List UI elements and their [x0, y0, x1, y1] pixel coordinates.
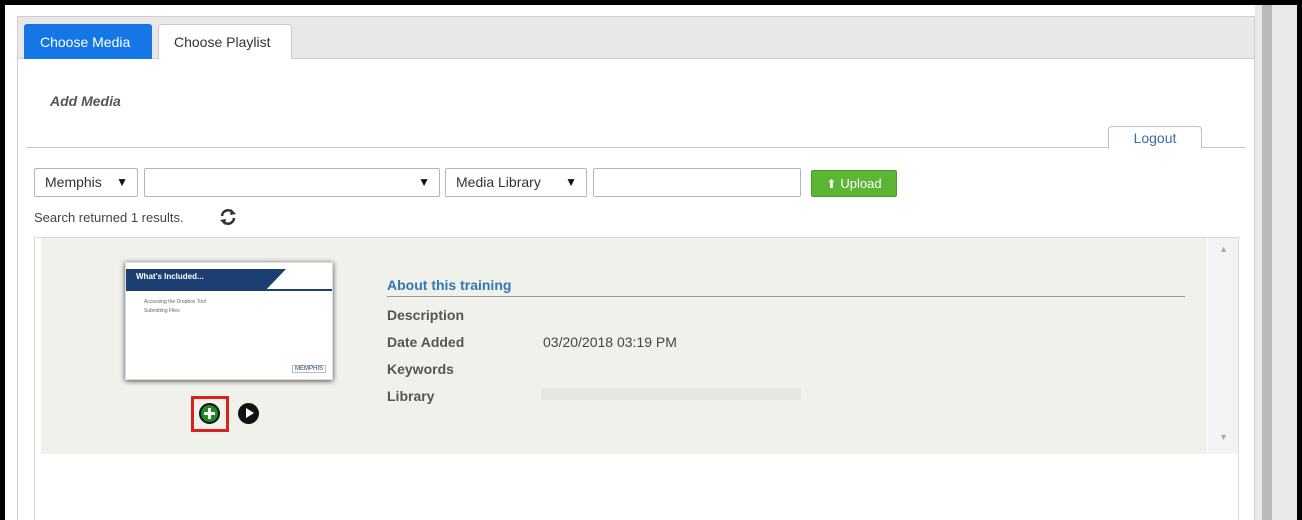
- scroll-down-icon[interactable]: ▼: [1219, 432, 1228, 442]
- title-divider: [387, 296, 1185, 297]
- chevron-down-icon: ▼: [565, 175, 577, 189]
- thumbnail-line: Accessing the Dropbox Tool: [144, 299, 206, 305]
- tab-choose-playlist[interactable]: Choose Playlist: [158, 24, 292, 59]
- location-select-value: Memphis: [45, 174, 102, 190]
- play-circle-icon[interactable]: [238, 403, 259, 424]
- page-scrollbar-thumb[interactable]: [1262, 5, 1272, 520]
- media-picker-panel: Choose Media Choose Playlist Add Media L…: [17, 16, 1255, 520]
- results-count: Search returned 1 results.: [34, 210, 184, 225]
- field-label-keywords: Keywords: [387, 361, 454, 377]
- add-circle-icon[interactable]: [199, 403, 220, 424]
- list-item: What's Included... Accessing the Dropbox…: [41, 238, 1207, 454]
- search-input[interactable]: [593, 168, 801, 197]
- thumbnail-logo: MEMPHIS: [291, 365, 326, 373]
- location-select[interactable]: Memphis ▼: [34, 168, 138, 197]
- source-select-value: Media Library: [456, 174, 541, 190]
- media-thumbnail[interactable]: What's Included... Accessing the Dropbox…: [125, 262, 333, 380]
- results-list: What's Included... Accessing the Dropbox…: [34, 237, 1239, 520]
- logout-tab[interactable]: Logout: [1108, 126, 1202, 149]
- logout-divider: [26, 147, 1246, 148]
- chevron-down-icon: ▼: [116, 175, 128, 189]
- field-value-date-added: 03/20/2018 03:19 PM: [543, 334, 677, 350]
- source-select[interactable]: Media Library ▼: [445, 168, 587, 197]
- field-label-date-added: Date Added: [387, 334, 465, 350]
- field-label-description: Description: [387, 307, 465, 323]
- tab-choose-media[interactable]: Choose Media: [24, 24, 152, 59]
- category-select[interactable]: ▼: [144, 168, 440, 197]
- upload-button[interactable]: ⬆ Upload: [811, 170, 897, 197]
- section-title: Add Media: [50, 93, 121, 109]
- tab-bar: Choose Media Choose Playlist: [18, 17, 1254, 59]
- chevron-down-icon: ▼: [418, 175, 430, 189]
- field-label-library: Library: [387, 388, 435, 404]
- scroll-up-icon[interactable]: ▲: [1219, 244, 1228, 254]
- field-value-library: [541, 388, 801, 400]
- refresh-icon[interactable]: [218, 207, 238, 227]
- thumbnail-line: Submitting Files: [144, 308, 180, 314]
- results-scrollbar[interactable]: ▲ ▼: [1208, 238, 1238, 454]
- upload-button-label: Upload: [840, 176, 882, 191]
- thumbnail-title: What's Included...: [136, 272, 204, 281]
- upload-icon: ⬆: [826, 177, 837, 191]
- thumbnail-stripe: [126, 289, 332, 291]
- media-title-link[interactable]: About this training: [387, 277, 511, 293]
